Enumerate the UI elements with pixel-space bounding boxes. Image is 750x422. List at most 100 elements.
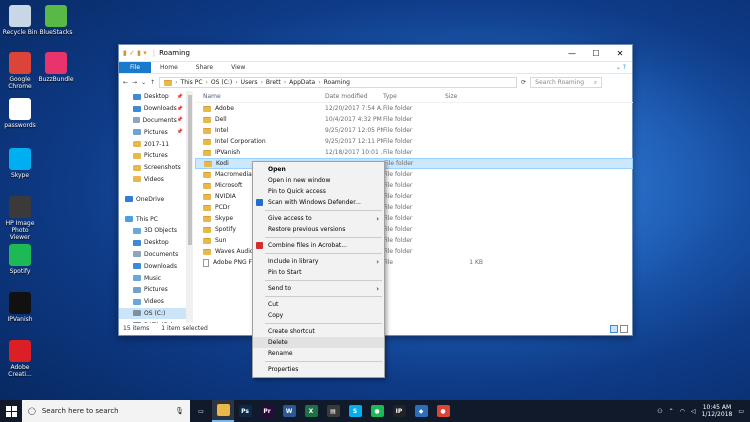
nav-item[interactable]: Pictures 📌 (119, 126, 186, 138)
large-icons-view-icon[interactable] (620, 325, 628, 333)
tab-share[interactable]: Share (187, 62, 222, 73)
quick-access-toolbar[interactable]: ▮ ✓ ▮ ▾ (123, 49, 147, 57)
file-row[interactable]: Dell 10/4/2017 4:32 PM File folder (195, 114, 633, 125)
notifications-icon[interactable]: ▭ (738, 408, 744, 415)
column-name[interactable]: Name (195, 93, 325, 100)
menu-item[interactable]: Delete (253, 337, 384, 348)
column-type[interactable]: Type (383, 93, 443, 100)
scrollbar-thumb[interactable] (188, 95, 192, 245)
photoshop-taskbar-icon[interactable]: Ps (234, 400, 256, 422)
menu-item[interactable]: Open in new window (253, 175, 384, 186)
menu-item[interactable]: Properties (253, 364, 384, 375)
back-arrow-icon[interactable]: ← (123, 79, 128, 86)
menu-item[interactable]: Pin to Quick access (253, 186, 384, 197)
nav-item[interactable]: OS (C:) (119, 307, 186, 320)
people-icon[interactable]: ⚇ (657, 408, 662, 415)
nav-item[interactable]: This PC (119, 213, 186, 225)
nav-item[interactable]: 2017-11 (119, 138, 186, 150)
menu-item[interactable]: Copy (253, 310, 384, 321)
details-view-icon[interactable] (610, 325, 618, 333)
breadcrumb-item[interactable]: Users (241, 79, 258, 86)
store-taskbar-icon[interactable]: ▤ (322, 400, 344, 422)
chrome-taskbar-icon[interactable]: ● (432, 400, 454, 422)
menu-item[interactable]: Include in library › (253, 256, 384, 267)
nav-item[interactable]: Pictures (119, 284, 186, 296)
close-icon[interactable]: ✕ (608, 45, 632, 61)
menu-item[interactable]: Restore previous versions (253, 224, 384, 235)
menu-item[interactable]: Combine files in Acrobat... (253, 240, 384, 251)
word-taskbar-icon[interactable]: W (278, 400, 300, 422)
menu-item[interactable]: Create shortcut (253, 326, 384, 337)
breadcrumb-separator[interactable]: › (235, 79, 237, 86)
nav-item[interactable]: Desktop (119, 237, 186, 249)
desktop-icon[interactable]: HP Image Photo Viewer (2, 196, 38, 241)
column-date[interactable]: Date modified (325, 93, 383, 100)
nav-item[interactable]: 3D Objects (119, 225, 186, 237)
show-hidden-icons[interactable]: ⌃ (669, 408, 674, 415)
nav-item[interactable]: Documents (119, 249, 186, 261)
nav-item[interactable]: Downloads 📌 (119, 103, 186, 115)
nav-item[interactable]: Desktop 📌 (119, 91, 186, 103)
nav-item[interactable]: Music (119, 272, 186, 284)
breadcrumb-separator[interactable]: › (318, 79, 320, 86)
menu-item[interactable]: Open (253, 164, 384, 175)
desktop-icon[interactable]: Skype (2, 148, 38, 179)
nav-scrollbar[interactable] (187, 91, 193, 323)
clock[interactable]: 10:45 AM 1/12/2018 (702, 404, 733, 418)
breadcrumb-separator[interactable]: › (284, 79, 286, 86)
up-arrow-icon[interactable]: ↑ (150, 79, 155, 86)
excel-taskbar-icon[interactable]: X (300, 400, 322, 422)
nav-item[interactable]: Videos (119, 296, 186, 308)
tab-home[interactable]: Home (151, 62, 187, 73)
file-row[interactable]: IPVanish 12/18/2017 10:01 ... File folder (195, 147, 633, 158)
nav-item[interactable]: Videos (119, 174, 186, 186)
network-icon[interactable]: ◠ (680, 408, 685, 415)
search-box[interactable]: Search Roaming ⌕ (530, 77, 603, 88)
desktop-icon[interactable]: IPVanish (2, 292, 38, 323)
file-row[interactable]: Intel 9/25/2017 12:05 PM File folder (195, 125, 633, 136)
ipvanish-taskbar-icon[interactable]: IP (388, 400, 410, 422)
desktop-icon[interactable]: Adobe Creati... (2, 340, 38, 378)
breadcrumb-item[interactable]: AppData (289, 79, 315, 86)
skype-taskbar-icon[interactable]: S (344, 400, 366, 422)
forward-arrow-icon[interactable]: → (132, 79, 137, 86)
nav-item[interactable]: Documents 📌 (119, 115, 186, 127)
breadcrumb-item[interactable]: OS (C:) (211, 79, 232, 86)
help-icon[interactable]: ⌄ ? (616, 62, 632, 73)
column-size[interactable]: Size (443, 93, 483, 100)
menu-item[interactable]: Scan with Windows Defender... (253, 197, 384, 208)
tab-view[interactable]: View (222, 62, 254, 73)
maximize-icon[interactable]: ☐ (584, 45, 608, 61)
taskbar-search[interactable]: ◯ Search here to search 🎙 (22, 400, 190, 422)
recent-locations-icon[interactable]: ⌄ (141, 79, 146, 86)
desktop-icon[interactable]: BuzzBundle (38, 52, 74, 83)
refresh-icon[interactable]: ⟳ (521, 79, 526, 86)
desktop-icon[interactable]: Google Chrome (2, 52, 38, 90)
file-row[interactable]: Intel Corporation 9/25/2017 12:11 PM File … (195, 136, 633, 147)
file-row[interactable]: Adobe 12/20/2017 7:54 A... File folder (195, 103, 633, 114)
microphone-icon[interactable]: 🎙 (175, 407, 184, 415)
desktop-icon[interactable]: Recycle Bin (2, 5, 38, 36)
desktop-icon[interactable]: BlueStacks (38, 5, 74, 36)
menu-item[interactable]: Give access to › (253, 213, 384, 224)
nav-item[interactable]: Downloads (119, 260, 186, 272)
breadcrumb-separator[interactable]: › (260, 79, 262, 86)
breadcrumb-item[interactable]: This PC (181, 79, 203, 86)
task-view-taskbar-icon[interactable]: ▭ (190, 400, 212, 422)
start-button[interactable] (0, 400, 22, 422)
volume-icon[interactable]: ◁ (691, 408, 696, 415)
file-explorer-taskbar-icon[interactable] (212, 400, 234, 422)
breadcrumb-separator[interactable]: › (206, 79, 208, 86)
address-bar[interactable]: › This PC › OS (C:) › Users › Brett › AppData › Roa… (159, 77, 518, 88)
breadcrumb-item[interactable]: Roaming (324, 79, 350, 86)
menu-item[interactable]: Rename (253, 348, 384, 359)
breadcrumb-item[interactable]: Brett (266, 79, 281, 86)
premiere-taskbar-icon[interactable]: Pr (256, 400, 278, 422)
title-bar[interactable]: ▮ ✓ ▮ ▾ | Roaming — ☐ ✕ (119, 45, 632, 62)
nav-item[interactable]: Screenshots (119, 162, 186, 174)
spotify-taskbar-icon[interactable]: ● (366, 400, 388, 422)
menu-item[interactable]: Pin to Start (253, 267, 384, 278)
tab-file[interactable]: File (119, 62, 152, 73)
breadcrumb-separator[interactable]: › (175, 79, 177, 86)
menu-item[interactable]: Cut (253, 299, 384, 310)
